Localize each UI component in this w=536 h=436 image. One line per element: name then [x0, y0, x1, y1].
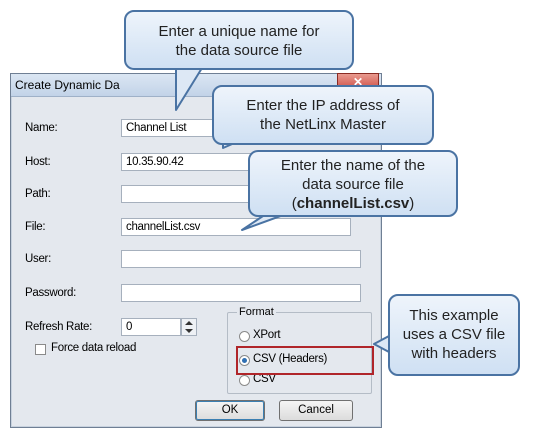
callout-csv-line-2: uses a CSV file — [402, 326, 506, 343]
callout-name: Enter a unique name for the data source … — [124, 10, 354, 70]
callout-file: Enter the name of the data source file (… — [248, 150, 458, 217]
callout-ip: Enter the IP address of the NetLinx Mast… — [212, 85, 434, 145]
callout-csv: This example uses a CSV file with header… — [388, 294, 520, 376]
callout-name-line-1: Enter a unique name for — [158, 23, 320, 40]
callout-csv-line-1: This example — [409, 307, 499, 324]
callout-file-line-3: (channelList.csv) — [291, 195, 415, 212]
callout-ip-line-1: Enter the IP address of — [246, 97, 400, 114]
callout-csv-line-3: with headers — [411, 345, 497, 362]
callout-file-bold: channelList.csv — [296, 195, 410, 212]
callout-file-line-1: Enter the name of the — [280, 157, 426, 174]
callout-name-line-2: the data source file — [175, 42, 303, 59]
callout-file-line-2: data source file — [302, 176, 404, 193]
callout-ip-line-2: the NetLinx Master — [260, 116, 386, 133]
